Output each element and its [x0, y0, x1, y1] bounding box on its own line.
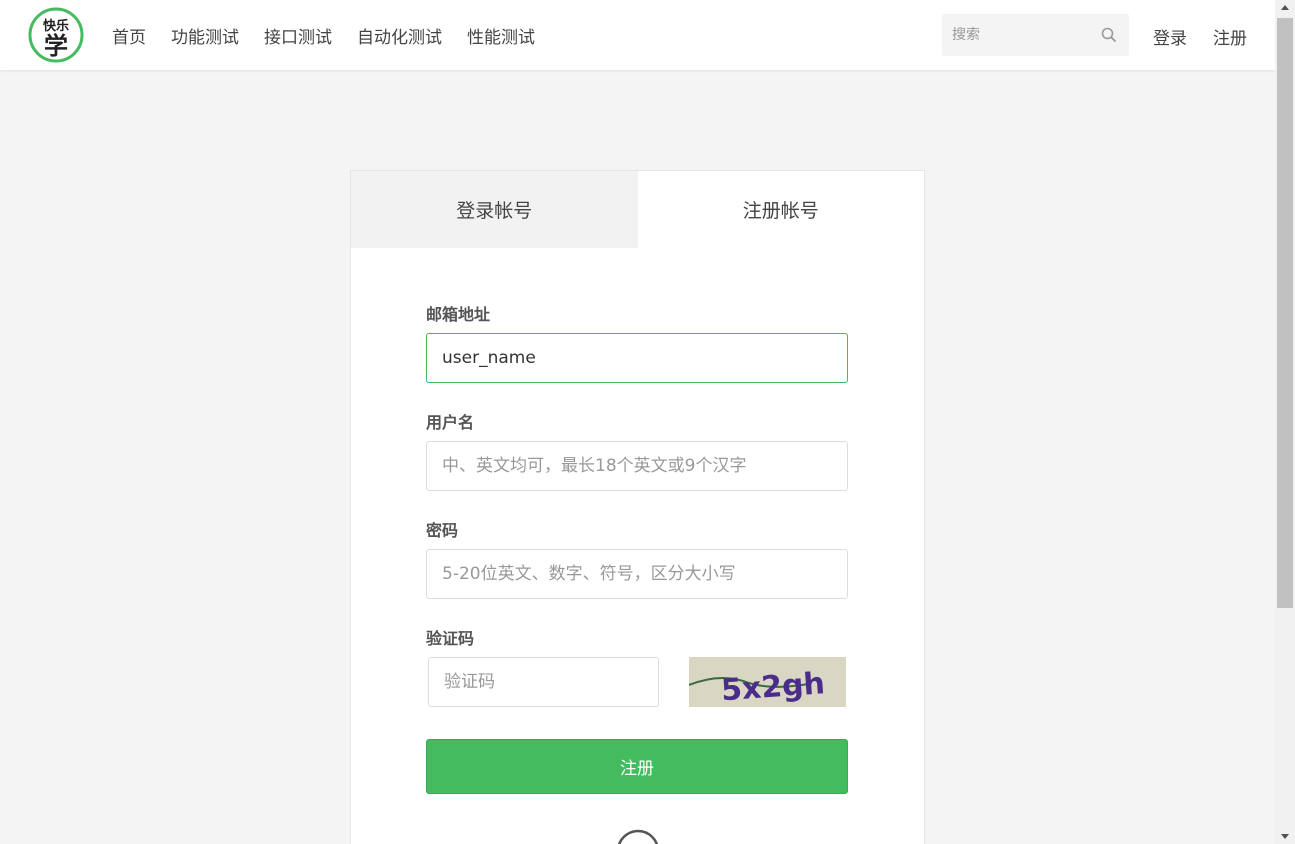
email-field-group: 邮箱地址: [426, 301, 848, 383]
password-field[interactable]: [426, 549, 848, 599]
captcha-field[interactable]: [428, 657, 659, 707]
header-register-link[interactable]: 注册: [1213, 24, 1247, 49]
search-input[interactable]: [942, 14, 1092, 56]
logo-text-main: 学: [44, 32, 68, 60]
captcha-text: 5x2gh: [720, 666, 826, 707]
captcha-label: 验证码: [426, 629, 475, 648]
auth-tabs: 登录帐号 注册帐号: [351, 171, 924, 248]
scrollbar-thumb[interactable]: [1277, 18, 1293, 608]
nav-item-home[interactable]: 首页: [112, 23, 146, 48]
tab-login[interactable]: 登录帐号: [351, 171, 638, 248]
nav-item-performance-testing[interactable]: 性能测试: [467, 23, 535, 48]
header-login-link[interactable]: 登录: [1153, 24, 1187, 49]
username-label: 用户名: [426, 413, 475, 432]
register-submit-button[interactable]: 注册: [426, 739, 848, 794]
scroll-up-arrow-icon[interactable]: [1275, 0, 1295, 16]
captcha-field-group: 验证码 5x2gh: [426, 625, 848, 707]
password-field-group: 密码: [426, 517, 848, 599]
third-party-login-icon[interactable]: [616, 829, 660, 844]
site-logo[interactable]: 快乐 学: [26, 7, 86, 63]
email-label: 邮箱地址: [426, 305, 491, 324]
nav-item-functional-testing[interactable]: 功能测试: [171, 23, 239, 48]
scroll-down-arrow-icon[interactable]: [1275, 828, 1295, 844]
page-scrollbar[interactable]: [1275, 0, 1295, 844]
search-box: [942, 14, 1129, 56]
auth-card: 登录帐号 注册帐号 邮箱地址 用户名 密码 验证码 5x2gh: [350, 170, 925, 844]
nav-item-automation-testing[interactable]: 自动化测试: [357, 23, 442, 48]
tab-register[interactable]: 注册帐号: [637, 171, 924, 248]
captcha-image[interactable]: 5x2gh: [689, 657, 846, 707]
main-nav: 首页 功能测试 接口测试 自动化测试 性能测试: [112, 0, 560, 70]
search-icon[interactable]: [1101, 27, 1117, 43]
nav-item-api-testing[interactable]: 接口测试: [264, 23, 332, 48]
username-field-group: 用户名: [426, 409, 848, 491]
password-label: 密码: [426, 521, 459, 540]
top-header: 快乐 学 首页 功能测试 接口测试 自动化测试 性能测试 登录 注册: [0, 0, 1275, 70]
email-field[interactable]: [426, 333, 848, 383]
register-form: 邮箱地址 用户名 密码 验证码 5x2gh 注册: [426, 301, 848, 794]
username-field[interactable]: [426, 441, 848, 491]
